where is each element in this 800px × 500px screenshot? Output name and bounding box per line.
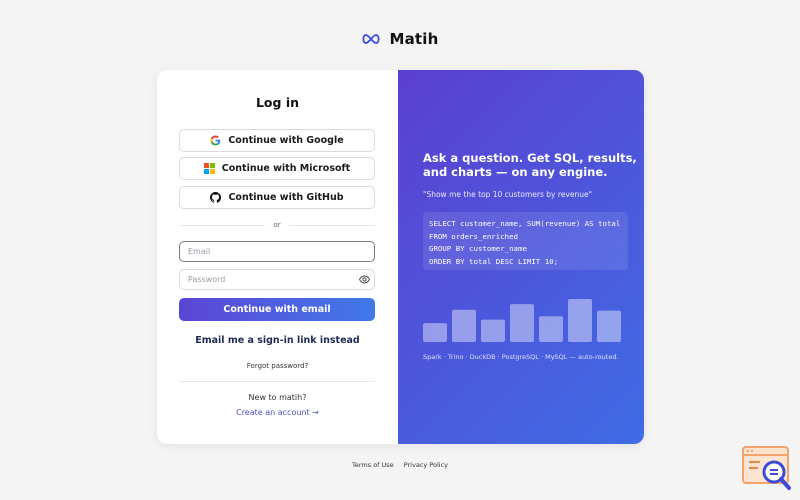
sample-chart-bar [481, 319, 505, 342]
sql-line: FROM orders_enriched [429, 231, 518, 241]
forgot-password-link[interactable]: Forgot password? [157, 362, 398, 370]
or-divider: or [179, 220, 376, 230]
google-icon [210, 135, 221, 146]
sql-code-block: SELECT customer_name, SUM(revenue) AS to… [423, 212, 628, 270]
email-sign-in-link-button[interactable]: Email me a sign-in link instead [157, 335, 398, 346]
help-search-widget-icon[interactable] [742, 445, 792, 491]
divider-line-right [288, 224, 376, 226]
footer-links: Terms of Use Privacy Policy [0, 461, 800, 469]
infinity-logo-icon [362, 34, 380, 44]
terms-of-use-link[interactable]: Terms of Use [352, 461, 394, 469]
sql-line: ORDER BY total DESC LIMIT 10; [429, 256, 559, 266]
engines-text: Spark · Trino · DuckDB · PostgreSQL · My… [423, 353, 619, 361]
continue-with-google-button[interactable]: Continue with Google [179, 129, 375, 152]
divider-text: or [273, 221, 281, 229]
login-panel: Log in Continue with Google Continue wit… [157, 70, 398, 444]
sample-chart-bar [539, 316, 563, 342]
sample-chart-bar [423, 323, 447, 342]
microsoft-button-label: Continue with Microsoft [221, 163, 351, 174]
github-button-label: Continue with GitHub [228, 192, 344, 203]
brand-name: Matih [389, 30, 439, 48]
sample-chart-bar [452, 309, 476, 342]
promo-headline: Ask a question. Get SQL, results, and ch… [423, 151, 637, 179]
promo-panel: Ask a question. Get SQL, results, and ch… [398, 70, 644, 444]
sample-bar-chart [423, 299, 621, 342]
sample-chart-bar [568, 299, 592, 342]
email-field[interactable] [179, 241, 375, 262]
privacy-policy-link[interactable]: Privacy Policy [404, 461, 448, 469]
password-field[interactable] [179, 269, 375, 290]
login-card: Log in Continue with Google Continue wit… [157, 70, 644, 444]
github-icon [210, 192, 222, 203]
new-user-text: New to matih? [248, 393, 307, 402]
sample-chart-bar [597, 310, 621, 342]
example-prompt: "Show me the top 10 customers by revenue… [423, 190, 593, 199]
create-account-link[interactable]: Create an account → [157, 408, 398, 417]
continue-with-github-button[interactable]: Continue with GitHub [179, 186, 375, 209]
sql-line: SELECT customer_name, SUM(revenue) AS to… [429, 219, 621, 228]
brand-header: Matih [0, 30, 800, 48]
sample-chart-bar [510, 304, 534, 342]
microsoft-icon [203, 163, 215, 174]
continue-with-email-button[interactable]: Continue with email [179, 298, 375, 321]
continue-with-microsoft-button[interactable]: Continue with Microsoft [179, 157, 375, 180]
sql-line: GROUP BY customer_name [429, 244, 527, 253]
section-divider [179, 381, 375, 382]
page-title: Log in [255, 95, 300, 110]
divider-line-left [179, 224, 266, 226]
google-button-label: Continue with Google [228, 135, 344, 146]
show-password-eye-icon[interactable] [359, 275, 370, 284]
